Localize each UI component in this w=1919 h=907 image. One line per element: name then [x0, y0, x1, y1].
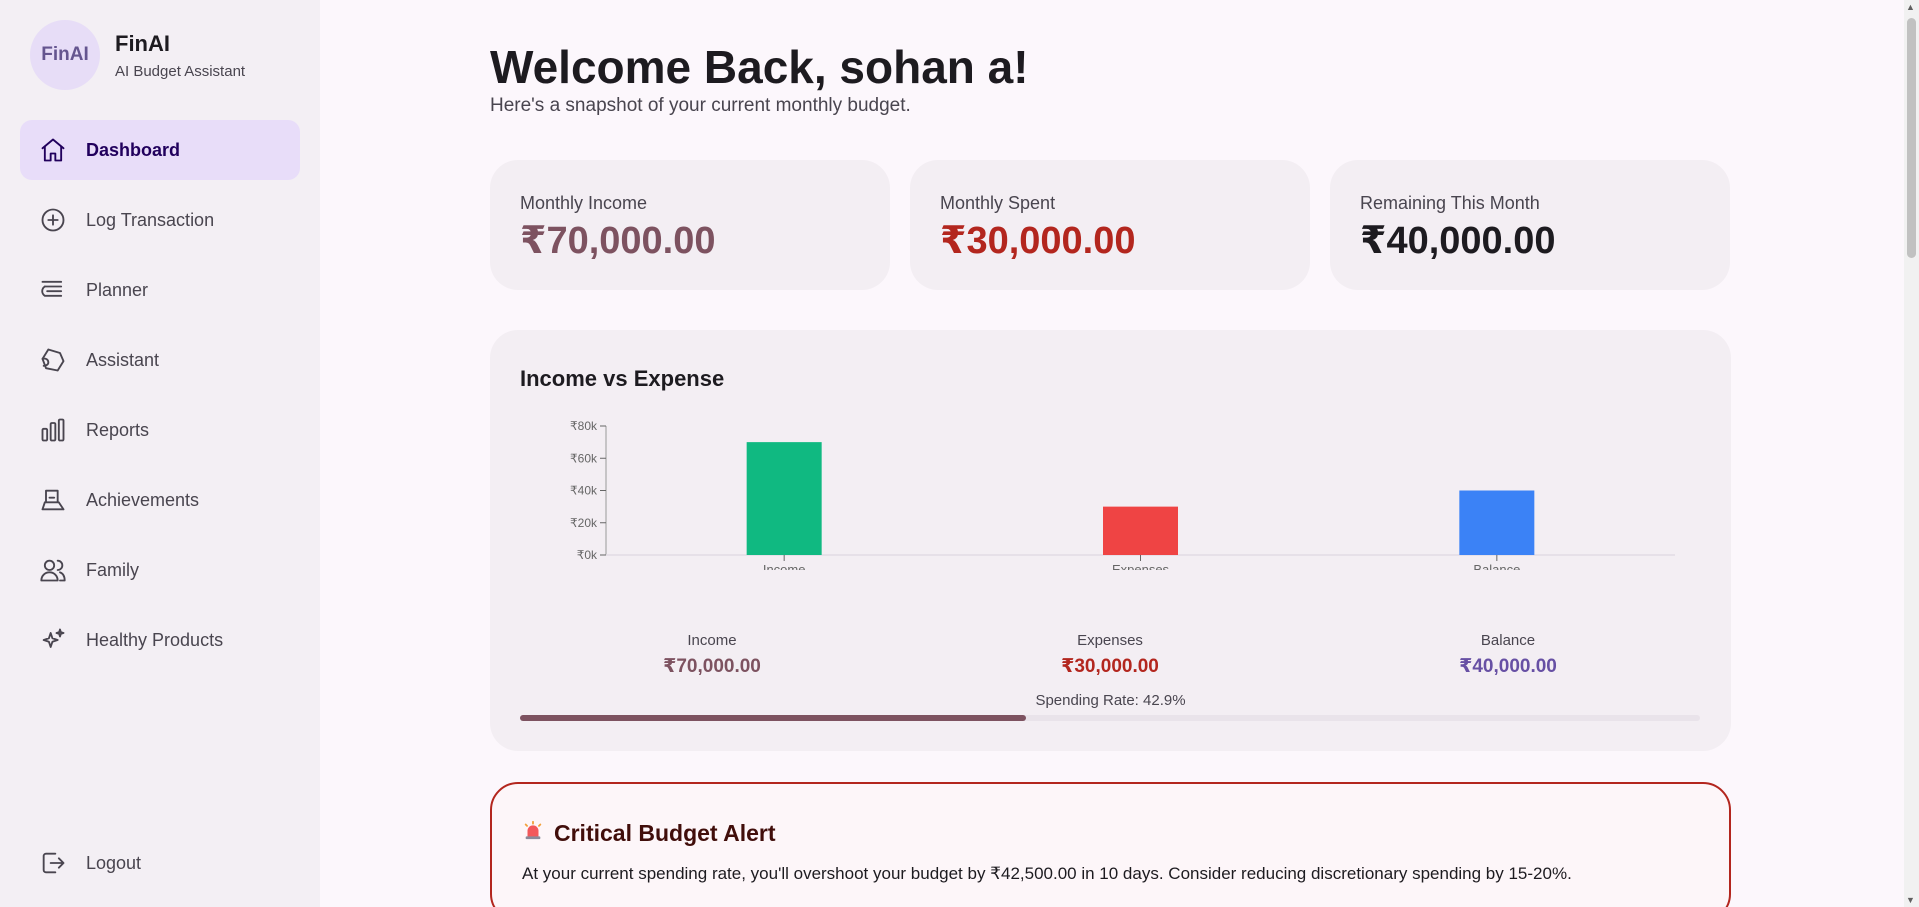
- sidebar-item-log-transaction[interactable]: Log Transaction: [20, 190, 300, 250]
- logout-icon: [38, 848, 68, 878]
- scroll-up-icon[interactable]: ▲: [1906, 2, 1915, 12]
- sidebar-item-label: Achievements: [86, 489, 200, 510]
- logout-button[interactable]: Logout: [20, 833, 300, 893]
- summary-label: Balance: [1480, 632, 1536, 649]
- home-icon: [38, 135, 68, 165]
- trophy-icon: [38, 485, 68, 515]
- sidebar-item-label: Assistant: [86, 349, 160, 370]
- sidebar-nav: Dashboard Log Transaction Planner Assist…: [20, 120, 300, 680]
- monthly-income-card: Monthly Income ₹70,000.00: [490, 160, 890, 290]
- scrollbar-thumb[interactable]: [1907, 18, 1916, 258]
- page-subtitle: Here's a snapshot of your current monthl…: [490, 95, 911, 116]
- bar-income: [746, 442, 822, 555]
- chart-title: Income vs Expense: [520, 366, 725, 391]
- summary-value: ₹70,000.00: [663, 656, 761, 677]
- y-tick-label: ₹60k: [570, 451, 598, 465]
- bar-chart: ₹0k ₹20k ₹40k ₹60k ₹80k Income Expenses Balance: [570, 419, 1675, 570]
- y-tick-label: ₹40k: [570, 484, 598, 498]
- sidebar: FinAI FinAI AI Budget Assistant Dashboar…: [0, 0, 320, 907]
- spending-rate-fill: [520, 715, 1027, 721]
- page-title: Welcome Back, sohan a!: [490, 41, 1029, 93]
- y-tick-label: ₹20k: [570, 516, 598, 530]
- summary-value: ₹40,000.00: [1459, 656, 1557, 677]
- sidebar-item-label: Family: [86, 559, 139, 580]
- y-tick-label: ₹0k: [577, 548, 598, 562]
- alert-message: At your current spending rate, you'll ov…: [522, 864, 1572, 883]
- bar-expenses: [1103, 506, 1178, 555]
- stat-value: ₹70,000.00: [520, 220, 716, 262]
- y-tick-label: ₹80k: [570, 419, 598, 433]
- budget-alert-card: Critical Budget Alert At your current sp…: [490, 782, 1731, 907]
- brand-logo: FinAI: [30, 20, 100, 90]
- bar-chart-icon: [38, 415, 68, 445]
- plus-circle-icon: [38, 205, 68, 235]
- income-expense-card: Income vs Expense ₹0k ₹20k ₹40k ₹60k ₹80k Inc…: [490, 330, 1731, 751]
- x-tick-label: Expenses: [1112, 562, 1170, 570]
- sparkle-icon: [38, 625, 68, 655]
- bar-balance: [1459, 490, 1535, 555]
- sidebar-item-label: Reports: [86, 419, 150, 440]
- sidebar-item-reports[interactable]: Reports: [20, 400, 300, 460]
- stat-value: ₹30,000.00: [940, 220, 1136, 262]
- stat-label: Monthly Income: [520, 193, 648, 213]
- summary-label: Expenses: [1077, 632, 1143, 649]
- summary-expenses: Expenses ₹30,000.00: [990, 632, 1230, 678]
- siren-icon: [522, 819, 544, 847]
- sidebar-item-achievements[interactable]: Achievements: [20, 470, 300, 530]
- page-scrollbar[interactable]: ▲ ▼: [1904, 0, 1919, 907]
- brand-name: FinAI: [115, 30, 170, 56]
- sidebar-item-label: Dashboard: [86, 139, 181, 160]
- sidebar-item-healthy-products[interactable]: Healthy Products: [20, 610, 300, 670]
- brand-subtitle: AI Budget Assistant: [115, 62, 246, 80]
- assistant-icon: [38, 345, 68, 375]
- planner-icon: [38, 275, 68, 305]
- logout-label: Logout: [86, 852, 142, 873]
- sidebar-item-label: Planner: [86, 279, 149, 300]
- monthly-spent-card: Monthly Spent ₹30,000.00: [910, 160, 1310, 290]
- stat-label: Monthly Spent: [940, 193, 1056, 213]
- summary-balance: Balance ₹40,000.00: [1388, 632, 1628, 678]
- family-icon: [38, 555, 68, 585]
- sidebar-item-dashboard[interactable]: Dashboard: [20, 120, 300, 180]
- alert-title: Critical Budget Alert: [554, 819, 776, 846]
- remaining-card: Remaining This Month ₹40,000.00: [1330, 160, 1730, 290]
- spending-rate-progress: [520, 715, 1700, 721]
- spending-rate-label: Spending Rate: 42.9%: [1035, 692, 1186, 709]
- stat-value: ₹40,000.00: [1360, 220, 1556, 262]
- x-tick-label: Balance: [1473, 562, 1520, 570]
- sidebar-item-label: Log Transaction: [86, 209, 215, 230]
- scroll-down-icon[interactable]: ▼: [1906, 895, 1915, 905]
- sidebar-item-planner[interactable]: Planner: [20, 260, 300, 320]
- stat-label: Remaining This Month: [1360, 193, 1540, 213]
- summary-income: Income ₹70,000.00: [592, 632, 832, 678]
- summary-value: ₹30,000.00: [1061, 656, 1159, 677]
- brand: FinAI FinAI AI Budget Assistant: [30, 20, 245, 90]
- sidebar-item-family[interactable]: Family: [20, 540, 300, 600]
- alert-title-row: Critical Budget Alert: [522, 819, 776, 847]
- sidebar-item-label: Healthy Products: [86, 629, 224, 650]
- sidebar-item-assistant[interactable]: Assistant: [20, 330, 300, 390]
- x-tick-label: Income: [763, 562, 806, 570]
- summary-label: Income: [687, 632, 737, 649]
